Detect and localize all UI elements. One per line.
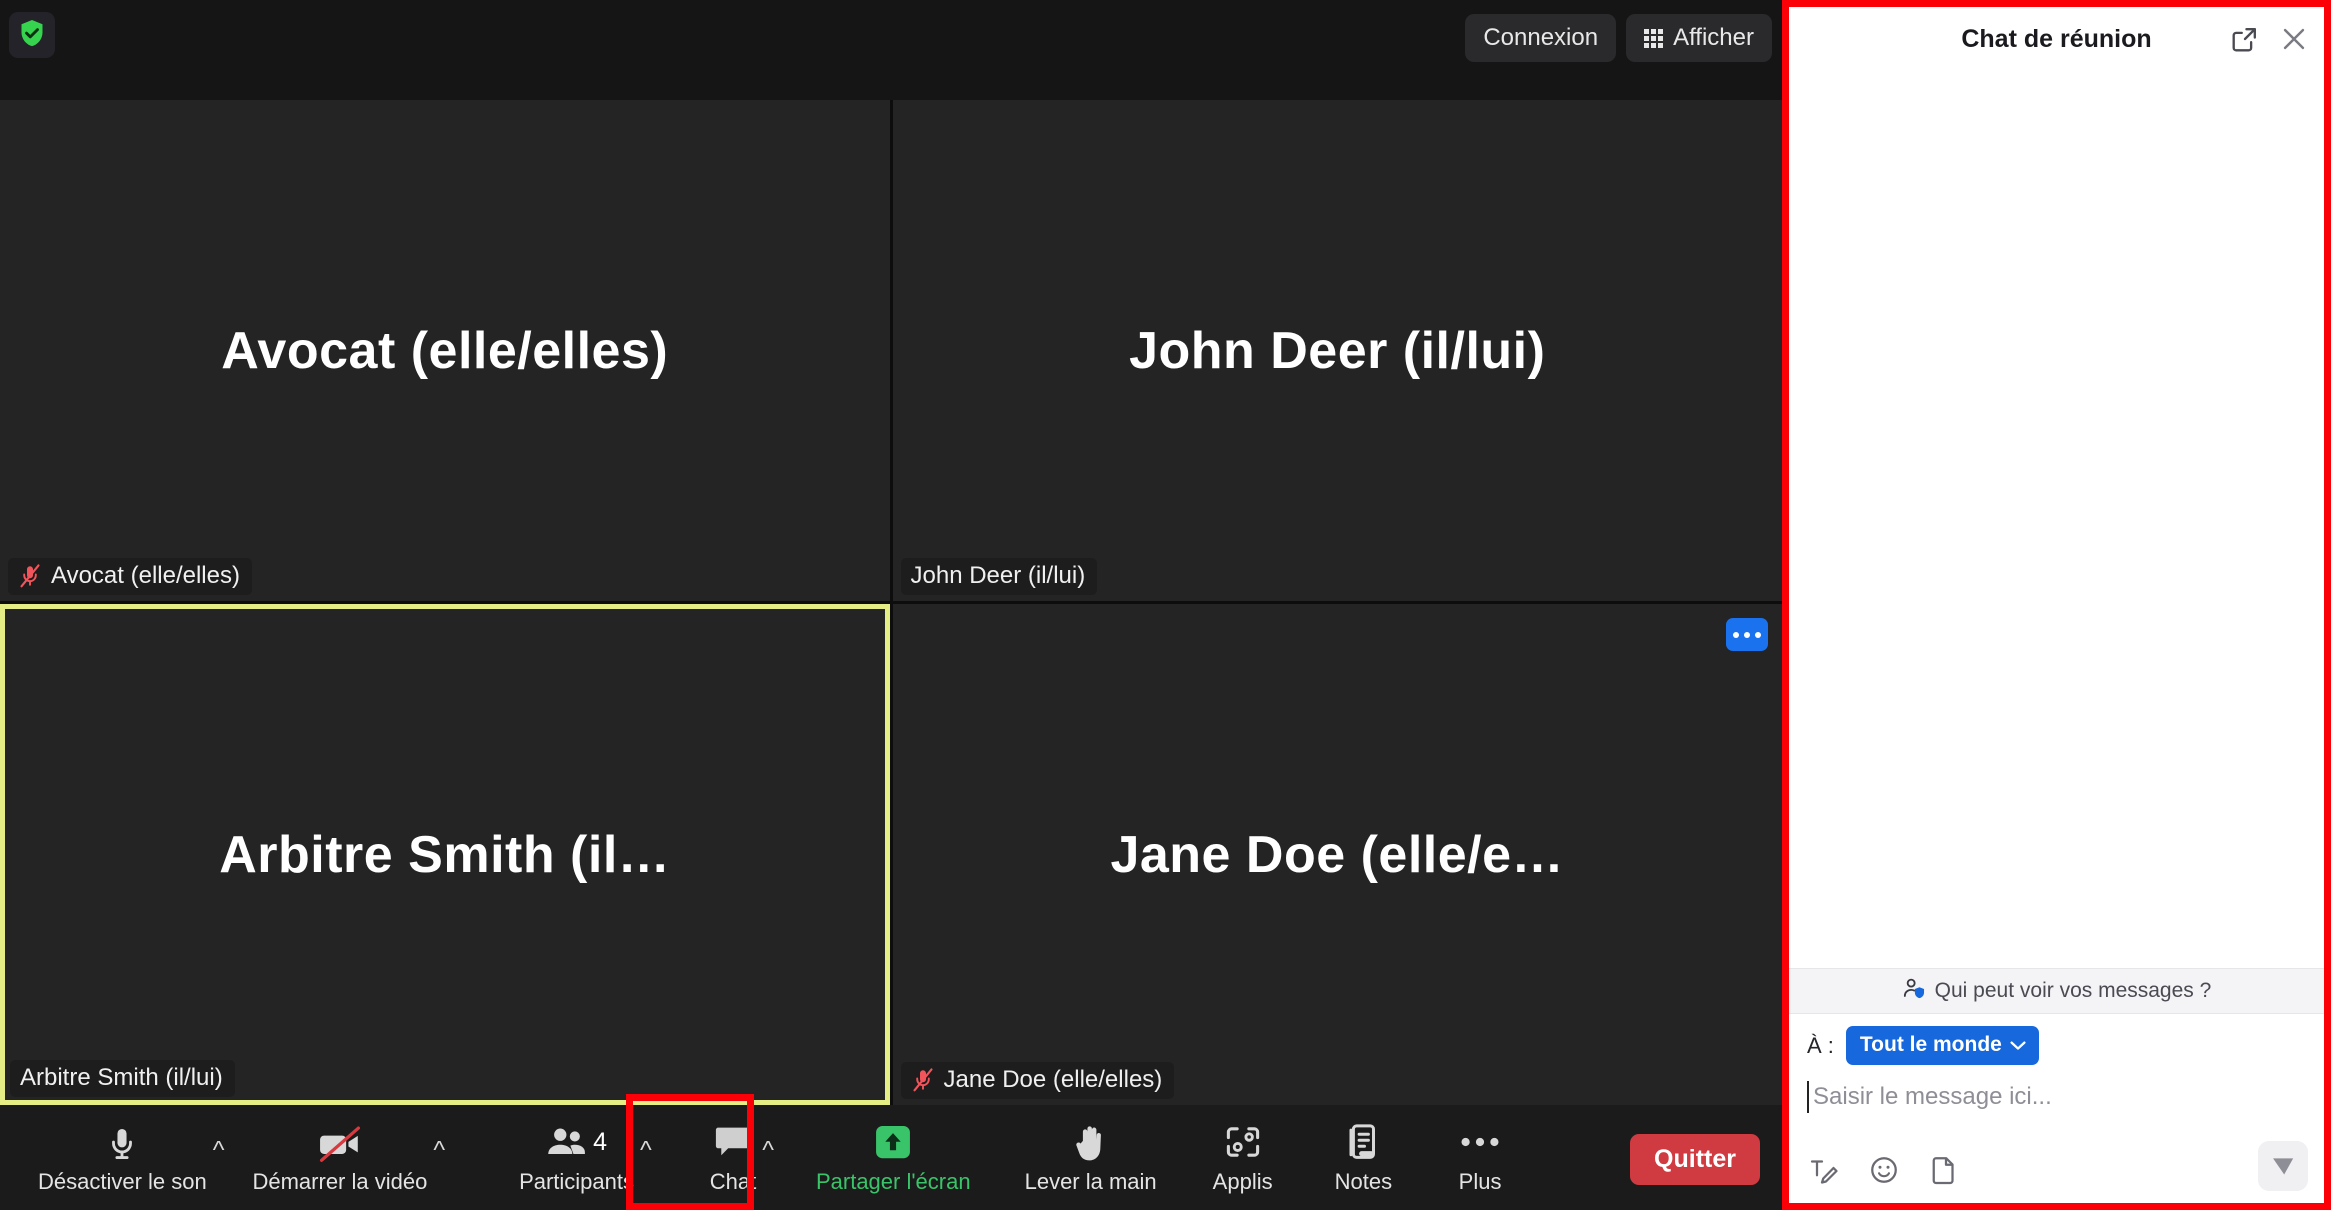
video-tile-avocat[interactable]: Avocat (elle/elles) Avocat (elle/elles) (0, 100, 890, 601)
pop-out-icon (2231, 27, 2258, 56)
meeting-topbar: Connexion Afficher (0, 0, 1782, 100)
chat-recipient-value: Tout le monde (1859, 1033, 2002, 1056)
share-screen-button[interactable]: Partager l'écran (816, 1120, 971, 1195)
tile-display-name: Avocat (elle/elles) (221, 321, 669, 380)
chat-message-placeholder: Saisir le message ici... (1813, 1083, 2052, 1110)
video-options-caret[interactable]: ^ (427, 1132, 451, 1169)
chat-recipient-row: À : Tout le monde (1807, 1026, 2306, 1065)
encryption-status-button[interactable] (9, 12, 55, 58)
tile-name-label: Arbitre Smith (il/lui) (20, 1064, 223, 1091)
people-icon: 4 (546, 1120, 607, 1164)
raise-hand-icon (1073, 1120, 1109, 1164)
send-message-button[interactable] (2258, 1141, 2308, 1191)
more-button[interactable]: Plus (1458, 1120, 1502, 1195)
text-cursor (1807, 1081, 1809, 1113)
participants-button[interactable]: 4 Participants (519, 1120, 634, 1195)
topbar-actions: Connexion Afficher (1465, 14, 1772, 62)
chat-message-input[interactable]: Saisir le message ici... (1807, 1079, 2306, 1137)
chat-recipient-selector[interactable]: Tout le monde (1845, 1026, 2039, 1065)
meeting-chat-panel: Chat de réunion Qui peut voir vos messag… (1782, 0, 2331, 1210)
zoom-meeting-window: Connexion Afficher Avocat (elle/elles) A… (0, 0, 2331, 1210)
chat-header-actions (2229, 7, 2310, 71)
emoji-button[interactable] (1869, 1155, 1899, 1185)
attach-file-button[interactable] (1929, 1155, 1959, 1185)
start-video-label: Démarrer la vidéo (252, 1169, 428, 1194)
chat-permission-banner[interactable]: Qui peut voir vos messages ? (1789, 968, 2324, 1014)
ellipsis-icon (1458, 1120, 1502, 1164)
chevron-down-icon (2010, 1033, 2026, 1057)
shield-check-icon (17, 17, 47, 54)
camera-off-icon (317, 1120, 363, 1164)
raise-hand-button[interactable]: Lever la main (1025, 1120, 1157, 1195)
pop-out-button[interactable] (2229, 24, 2260, 55)
more-label: Plus (1458, 1169, 1502, 1194)
tile-name-label: Avocat (elle/elles) (51, 562, 240, 589)
grid-icon (1644, 28, 1664, 48)
video-tile-john-deer[interactable]: John Deer (il/lui) John Deer (il/lui) (892, 100, 1782, 601)
tile-name-label: Jane Doe (elle/elles) (943, 1066, 1163, 1093)
apps-label: Applis (1212, 1169, 1273, 1194)
tile-more-options-button[interactable] (1726, 618, 1768, 651)
chat-compose-area: À : Tout le monde Saisir le message ici.… (1789, 1014, 2324, 1137)
chat-bubble-icon (713, 1120, 753, 1164)
participants-count: 4 (593, 1127, 607, 1156)
tile-display-name: Jane Doe (elle/e… (1110, 825, 1565, 884)
share-screen-label: Partager l'écran (815, 1169, 971, 1194)
chat-panel-title: Chat de réunion (1961, 24, 2152, 53)
chat-message-list[interactable] (1789, 71, 2324, 968)
view-button[interactable]: Afficher (1626, 14, 1772, 62)
meeting-area: Connexion Afficher Avocat (elle/elles) A… (0, 0, 1782, 1210)
tile-display-name: Arbitre Smith (il… (219, 825, 671, 884)
file-icon (1929, 1157, 1959, 1188)
send-icon (2270, 1152, 2296, 1181)
video-tile-jane-doe[interactable]: Jane Doe (elle/e… Jane Doe (elle/elles) (892, 604, 1782, 1105)
raise-hand-label: Lever la main (1024, 1169, 1157, 1194)
tile-name-badge: Arbitre Smith (il/lui) (10, 1060, 235, 1097)
connection-button[interactable]: Connexion (1465, 14, 1617, 62)
chat-to-label: À : (1807, 1032, 1834, 1058)
chat-panel-header: Chat de réunion (1789, 7, 2324, 71)
participants-options-caret[interactable]: ^ (634, 1132, 658, 1169)
chat-label: Chat (709, 1169, 757, 1194)
format-text-button[interactable] (1809, 1155, 1839, 1185)
tile-name-badge: Avocat (elle/elles) (8, 558, 252, 595)
leave-meeting-button[interactable]: Quitter (1630, 1134, 1760, 1185)
microphone-muted-icon (911, 1067, 935, 1093)
notes-icon (1346, 1120, 1380, 1164)
meeting-toolbar: Désactiver le son ^ Démarrer la vidéo ^ (0, 1105, 1782, 1210)
tile-name-badge: John Deer (il/lui) (900, 558, 1098, 595)
chat-permission-label: Qui peut voir vos messages ? (1934, 979, 2212, 1002)
apps-icon (1224, 1120, 1262, 1164)
text-format-icon (1809, 1160, 1839, 1188)
emoji-icon (1869, 1157, 1899, 1188)
video-tile-arbitre-smith[interactable]: Arbitre Smith (il… Arbitre Smith (il/lui… (0, 604, 890, 1105)
mute-label: Désactiver le son (38, 1169, 207, 1194)
video-grid: Avocat (elle/elles) Avocat (elle/elles) (0, 100, 1782, 1105)
participants-label: Participants (519, 1169, 635, 1194)
share-screen-icon (873, 1120, 913, 1164)
chat-button[interactable]: Chat (710, 1120, 756, 1195)
tile-display-name: John Deer (il/lui) (1129, 321, 1546, 380)
start-video-button[interactable]: Démarrer la vidéo (252, 1120, 427, 1195)
tile-name-label: John Deer (il/lui) (910, 562, 1086, 589)
chat-compose-toolbar (1789, 1137, 2324, 1203)
mute-button[interactable]: Désactiver le son (38, 1120, 207, 1195)
audio-options-caret[interactable]: ^ (207, 1132, 231, 1169)
notes-label: Notes (1334, 1169, 1393, 1194)
close-icon (2280, 28, 2308, 56)
chat-options-caret[interactable]: ^ (756, 1132, 780, 1169)
microphone-muted-icon (18, 563, 42, 589)
apps-button[interactable]: Applis (1213, 1120, 1273, 1195)
person-shield-icon (1902, 977, 1926, 1006)
notes-button[interactable]: Notes (1335, 1120, 1392, 1195)
connection-label: Connexion (1483, 24, 1599, 51)
tile-name-badge: Jane Doe (elle/elles) (900, 1062, 1175, 1099)
close-chat-button[interactable] (2278, 23, 2310, 55)
view-label: Afficher (1673, 24, 1754, 51)
microphone-icon (105, 1120, 139, 1164)
